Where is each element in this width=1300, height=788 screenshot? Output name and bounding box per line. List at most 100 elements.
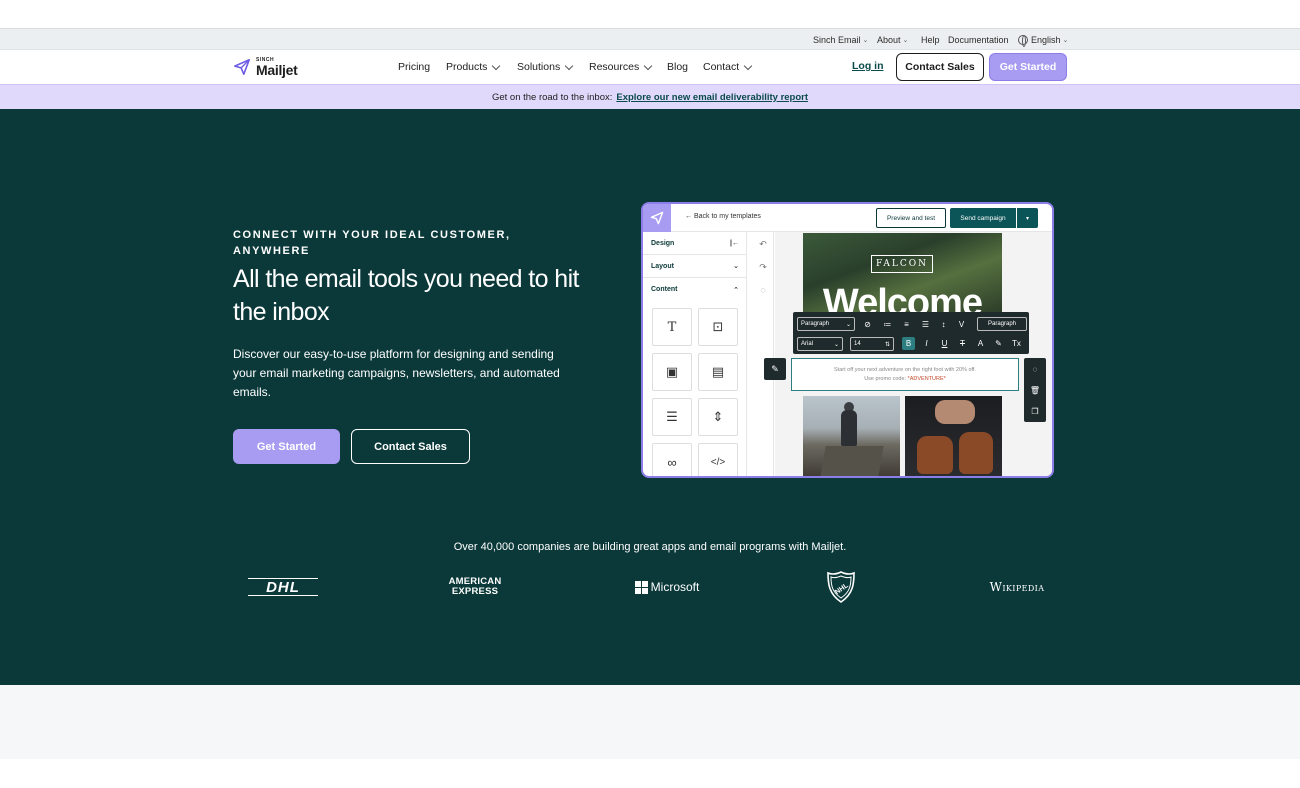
util-sinch-email[interactable]: Sinch Email ⌄: [813, 29, 868, 50]
hero-contact-sales-button[interactable]: Contact Sales: [351, 429, 470, 464]
editor-logo: [643, 204, 671, 232]
bullet-list-icon: ≔: [883, 320, 892, 329]
util-about[interactable]: About ⌄: [877, 29, 908, 50]
social-block-icon: ∞: [652, 443, 692, 476]
format-toolbar: Paragraph ⌄ ⊘ ≔ ≡ ☰ ↕ V Paragraph Arial ⌄ …: [793, 312, 1029, 354]
font-size-select: 14 ⇅: [850, 337, 894, 351]
numbered-list-icon: ≡: [904, 320, 909, 329]
code-block-icon: </>: [698, 443, 738, 476]
nav-solutions[interactable]: Solutions: [517, 50, 574, 84]
highlight-icon: ✎: [995, 339, 1002, 348]
utility-bar: Sinch Email ⌄ About ⌄ Help Documentation E…: [0, 28, 1300, 50]
chevron-down-icon: ⌄: [845, 321, 851, 328]
globe-icon: [1018, 34, 1028, 47]
text-block-icon: T: [652, 308, 692, 346]
chevron-down-icon: [643, 61, 653, 70]
paper-plane-icon: [650, 211, 664, 225]
redo-icon: ↷: [759, 261, 767, 272]
strikethrough-icon: T: [960, 339, 965, 348]
nav-products-label: Products: [446, 61, 488, 73]
promo-line-2: Use promo code: *ADVENTURE*: [864, 375, 946, 384]
contact-sales-button[interactable]: Contact Sales: [896, 53, 984, 81]
dhl-logo: DHL: [248, 578, 318, 596]
language-selector[interactable]: English ⌄: [1018, 29, 1068, 50]
promo-code: *ADVENTURE*: [907, 375, 946, 382]
get-started-button[interactable]: Get Started: [989, 53, 1067, 81]
util-help[interactable]: Help: [921, 29, 940, 50]
back-to-templates-link: ← Back to my templates: [685, 213, 761, 220]
trust-text: Over 40,000 companies are building great…: [453, 541, 847, 553]
sidebar-layout-label: Layout: [651, 262, 674, 270]
nav-contact[interactable]: Contact: [703, 50, 753, 84]
microsoft-squares-icon: [634, 580, 648, 594]
wikipedia-wordmark: Wikipedia: [989, 580, 1045, 594]
hero-get-started-button[interactable]: Get Started: [233, 429, 340, 464]
boots-photo: [905, 396, 1002, 476]
preview-test-button: Preview and test: [876, 208, 946, 228]
util-sinch-email-label: Sinch Email: [813, 34, 861, 45]
nav-resources-label: Resources: [589, 61, 640, 73]
chevron-down-icon: ⌄: [1062, 36, 1069, 44]
hiker-photo: [803, 396, 900, 476]
link-off-icon: ⊘: [864, 320, 871, 329]
chevron-down-icon: ⌄: [733, 263, 739, 270]
paragraph-button: Paragraph: [977, 317, 1027, 331]
wikipedia-logo: Wikipedia: [978, 577, 1056, 597]
hero-headline: All the email tools you need to hit the …: [233, 265, 579, 326]
paragraph-select-label: Paragraph: [801, 321, 830, 327]
chevron-down-icon: ▾: [1017, 208, 1038, 228]
bold-icon: B: [902, 337, 915, 350]
text-color-icon: A: [977, 339, 984, 348]
editor-sidebar: Design |← Layout ⌄ Content ⌃ T ⊡ ▣ ▤ ☰ ⇕ ∞ …: [643, 232, 747, 476]
nav-products[interactable]: Products: [446, 50, 501, 84]
login-link[interactable]: Log in: [852, 60, 884, 72]
chevron-down-icon: [492, 61, 501, 70]
nav-solutions-label: Solutions: [517, 61, 561, 73]
promo-line-1: Start off your next adventure on the rig…: [834, 366, 976, 373]
paragraph-select: Paragraph ⌄: [797, 317, 855, 331]
nhl-shield-icon: NHL: [827, 571, 855, 603]
banner-link[interactable]: Explore our new email deliverability rep…: [616, 92, 808, 103]
banner-text: Get on the road to the inbox:: [491, 91, 613, 103]
font-select: Arial ⌄: [797, 337, 843, 351]
chevron-up-icon: ⌃: [733, 286, 739, 294]
chevron-down-icon: ⌄: [833, 341, 839, 348]
right-boot: [959, 432, 993, 474]
chevron-down-icon: ⌄: [902, 36, 909, 44]
nav-blog[interactable]: Blog: [667, 50, 688, 84]
send-campaign-button: Send campaign: [950, 208, 1016, 228]
logo-text: SINCH Mailjet: [256, 57, 298, 78]
mailjet-logo[interactable]: SINCH Mailjet: [233, 57, 298, 78]
logo-wordmark: Mailjet: [256, 61, 298, 78]
nav-pricing[interactable]: Pricing: [398, 50, 430, 84]
stepper-icon: ⇅: [884, 341, 890, 348]
sidebar-design-label: Design: [651, 239, 675, 247]
util-help-label: Help: [921, 34, 940, 45]
announcement-banner: Get on the road to the inbox: Explore ou…: [0, 84, 1300, 109]
clear-format-icon: Tx: [1012, 339, 1021, 348]
align-left-icon: ☰: [921, 320, 930, 329]
paper-plane-icon: [233, 58, 251, 76]
email-hero-image: FALCON Welcome: [803, 233, 1002, 321]
hero-subtext: Discover our easy-to-use platform for de…: [233, 347, 560, 399]
nav-resources[interactable]: Resources: [589, 50, 653, 84]
chevron-down-icon: [564, 61, 574, 70]
editor-tool-column: ↶ ↷ ◌: [752, 232, 774, 476]
chevron-down-icon: ⌄: [862, 36, 869, 44]
sidebar-content: Content ⌃: [643, 278, 747, 301]
hands: [935, 400, 975, 424]
nhl-logo: NHL: [824, 569, 858, 605]
rocks: [820, 446, 884, 476]
button-block-icon: ⊡: [698, 308, 738, 346]
hero-section: CONNECT WITH YOUR IDEAL CUSTOMER, ANYWHE…: [0, 109, 1300, 685]
block-actions: ◌ 🗑 ❐: [1024, 358, 1046, 422]
sidebar-layout: Layout ⌄: [643, 255, 747, 278]
util-documentation[interactable]: Documentation: [948, 29, 1009, 50]
spacer-block-icon: ⇕: [698, 398, 738, 436]
letter-spacing-icon: V: [958, 320, 965, 329]
hiker-body: [841, 410, 857, 446]
duplicate-icon: ❐: [1031, 406, 1039, 416]
collapse-icon: |←: [730, 239, 739, 247]
trash-icon: 🗑: [1029, 385, 1041, 395]
chevron-down-icon: [743, 61, 753, 70]
